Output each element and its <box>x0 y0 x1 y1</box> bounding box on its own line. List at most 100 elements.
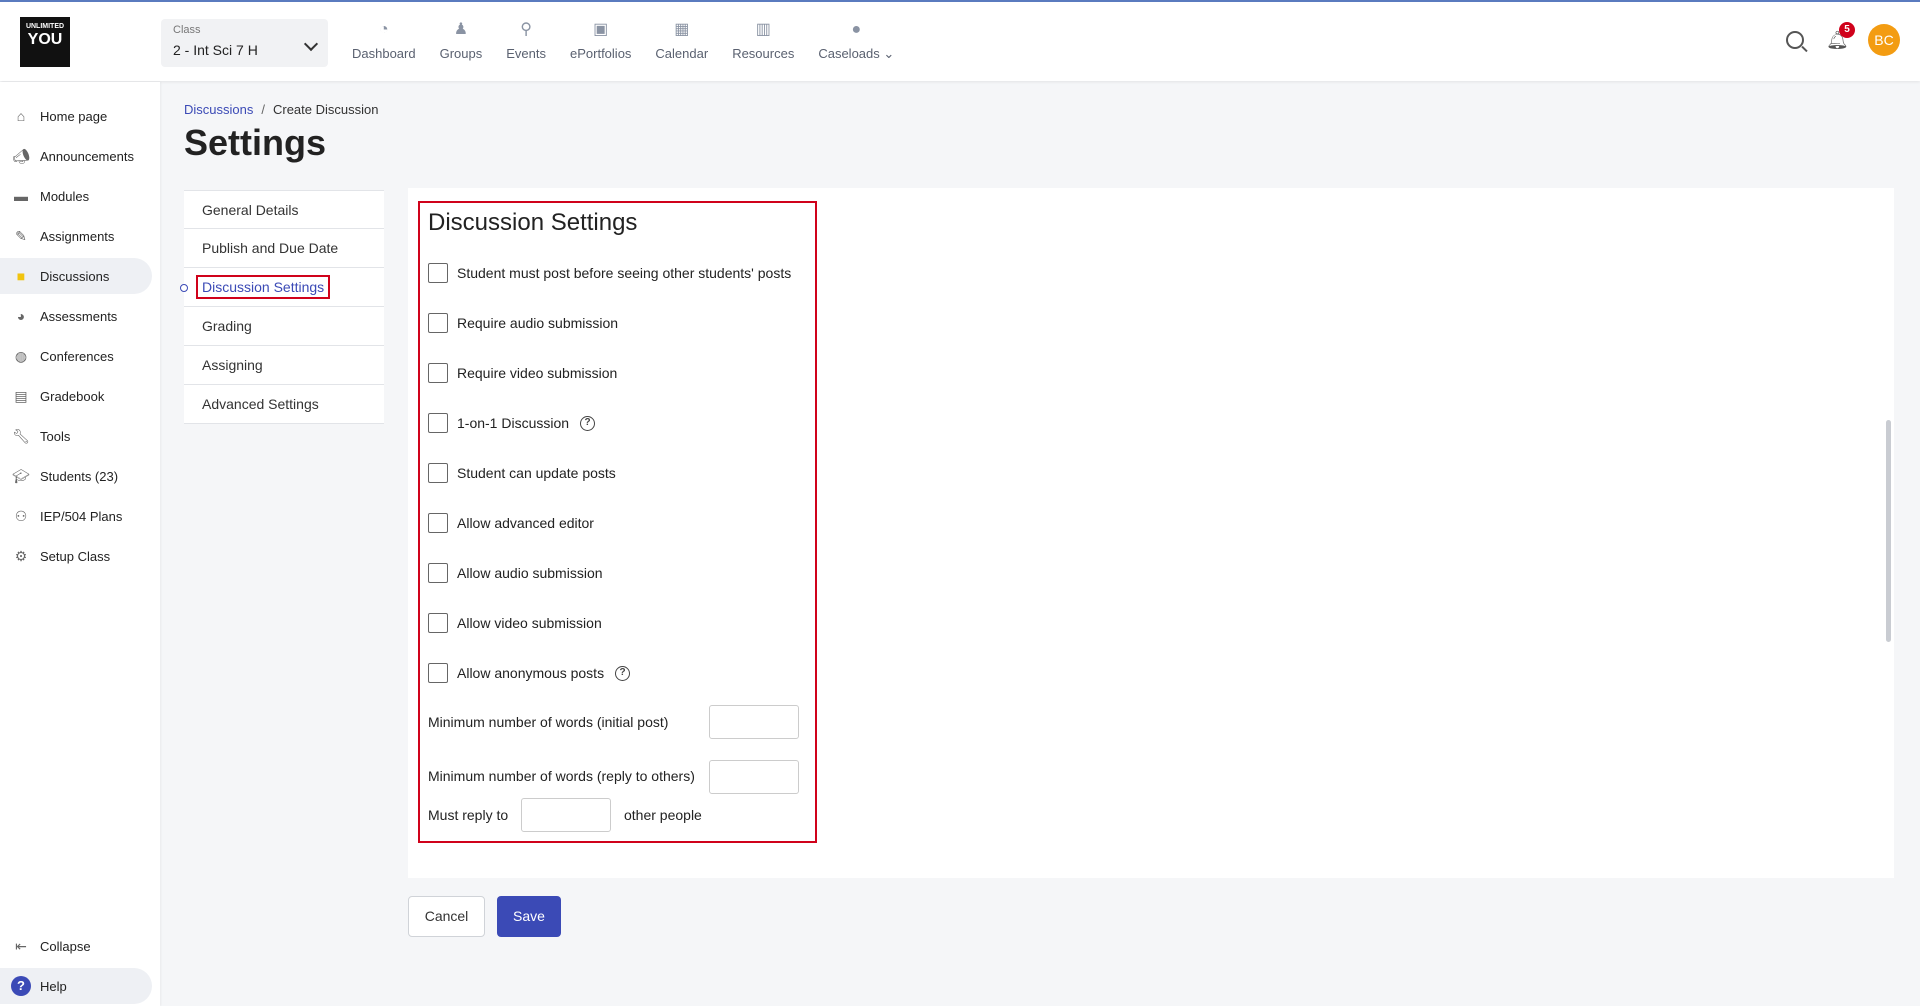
settings-nav-advanced-settings[interactable]: Advanced Settings <box>184 385 384 424</box>
settings-nav-label: Grading <box>202 318 252 334</box>
nav-eportfolios[interactable]: ▣ ePortfolios <box>558 20 643 62</box>
wrench-icon: 🔧︎ <box>12 428 30 444</box>
sidebar-item-tools[interactable]: 🔧︎ Tools <box>0 418 152 454</box>
gear-icon: ⚙ <box>14 548 28 564</box>
nav-label: ePortfolios <box>570 46 632 61</box>
sidebar-item-assessments[interactable]: ◕ Assessments <box>0 298 152 334</box>
checkbox[interactable] <box>428 263 448 283</box>
checkbox-label: Allow audio submission <box>457 565 603 581</box>
logo[interactable]: UNLIMITED YOU <box>20 17 70 67</box>
setting-one-on-one: 1-on-1 Discussion? <box>428 413 596 433</box>
must-reply-prefix: Must reply to <box>428 807 509 823</box>
sidebar-item-iep-plans[interactable]: ⚇ IEP/504 Plans <box>0 498 152 534</box>
nav-calendar[interactable]: ▦ Calendar <box>643 20 720 62</box>
settings-nav-assigning[interactable]: Assigning <box>184 346 384 385</box>
sidebar-item-gradebook[interactable]: ▤ Gradebook <box>0 378 152 414</box>
sidebar-item-discussions[interactable]: ■ Discussions <box>0 258 152 294</box>
nav-resources[interactable]: ▥ Resources <box>720 20 806 62</box>
nav-label: Groups <box>439 46 483 61</box>
settings-nav-label: Publish and Due Date <box>202 240 339 256</box>
settings-nav-general-details[interactable]: General Details <box>184 190 384 229</box>
checkbox[interactable] <box>428 463 448 483</box>
caseloads-label: Caseloads <box>818 46 880 61</box>
setting-student-update-posts: Student can update posts <box>428 463 616 483</box>
checkbox-label: Allow video submission <box>457 615 602 631</box>
nav-label: Events <box>506 46 546 61</box>
scrollbar-thumb[interactable] <box>1886 420 1891 642</box>
top-bar: UNLIMITED YOU Class 2 - Int Sci 7 H ◔ Das… <box>0 0 1920 81</box>
sidebar-item-assignments[interactable]: ✎ Assignments <box>0 218 152 254</box>
sidebar-item-home[interactable]: ⌂ Home page <box>0 98 152 134</box>
breadcrumb-discussions-link[interactable]: Discussions <box>184 102 253 117</box>
nav-groups[interactable]: ♟ Groups <box>428 20 495 62</box>
nav-label: Caseloads ⌄ <box>818 46 894 62</box>
settings-nav-publish-due-date[interactable]: Publish and Due Date <box>184 229 384 268</box>
checkbox[interactable] <box>428 613 448 633</box>
search-icon[interactable] <box>1786 31 1804 49</box>
sidebar-item-label: Gradebook <box>40 388 105 404</box>
min-words-reply-label: Minimum number of words (reply to others… <box>428 768 695 784</box>
page-title: Settings <box>184 122 327 163</box>
sidebar-item-conferences[interactable]: ◍ Conferences <box>0 338 152 374</box>
class-selector-value: 2 - Int Sci 7 H <box>173 42 258 58</box>
help-circle-icon[interactable]: ? <box>615 665 631 681</box>
setting-post-before-seeing: Student must post before seeing other st… <box>428 263 791 283</box>
megaphone-icon: 📣︎ <box>12 148 30 164</box>
checkbox[interactable] <box>428 413 448 433</box>
logo-line2: YOU <box>27 31 63 48</box>
settings-nav-label: Discussion Settings <box>196 275 331 299</box>
sidebar-item-modules[interactable]: ▬ Modules <box>0 178 152 214</box>
class-selector[interactable]: Class 2 - Int Sci 7 H <box>161 19 328 67</box>
min-words-reply-input[interactable] <box>709 760 799 794</box>
checkbox[interactable] <box>428 313 448 333</box>
cancel-button[interactable]: Cancel <box>408 896 485 937</box>
groups-icon: ♟ <box>453 21 469 38</box>
notification-badge: 5 <box>1839 22 1855 38</box>
sidebar-item-label: Setup Class <box>40 548 111 564</box>
checkbox[interactable] <box>428 513 448 533</box>
checkbox-label: 1-on-1 Discussion <box>457 415 570 431</box>
gradebook-icon: ▤ <box>14 388 28 404</box>
sidebar-item-label: Discussions <box>40 268 110 284</box>
sidebar-item-announcements[interactable]: 📣︎ Announcements <box>0 138 152 174</box>
must-reply-input[interactable] <box>521 798 611 832</box>
home-icon: ⌂ <box>16 108 26 124</box>
nav-caseloads[interactable]: ● Caseloads ⌄ <box>806 20 906 62</box>
class-selector-label: Class <box>173 24 201 36</box>
settings-nav-discussion-settings[interactable]: Discussion Settings <box>180 268 384 307</box>
modules-icon: ▬ <box>14 188 28 204</box>
settings-nav-grading[interactable]: Grading <box>184 307 384 346</box>
settings-nav: General Details Publish and Due Date Dis… <box>180 190 384 424</box>
resources-icon: ▥ <box>755 21 771 38</box>
checkbox-label: Require audio submission <box>457 315 619 331</box>
nav-events[interactable]: ⚲ Events <box>494 20 558 62</box>
collapse-button[interactable]: ⇤ Collapse <box>0 928 152 964</box>
sidebar: ⌂ Home page 📣︎ Announcements ▬ Modules ✎ Ass… <box>0 82 160 1006</box>
settings-nav-label: General Details <box>202 201 299 218</box>
checkbox-label: Require video submission <box>457 365 618 381</box>
checkbox-label: Student must post before seeing other st… <box>457 265 792 281</box>
sidebar-item-label: Home page <box>40 108 108 124</box>
collapse-label: Collapse <box>40 938 91 954</box>
nav-label: Calendar <box>655 46 709 61</box>
setting-advanced-editor: Allow advanced editor <box>428 513 594 533</box>
sidebar-item-setup-class[interactable]: ⚙ Setup Class <box>0 538 152 574</box>
avatar[interactable]: BC <box>1868 24 1900 56</box>
sidebar-item-students[interactable]: 🎓︎ Students (23) <box>0 458 152 494</box>
nav-dashboard[interactable]: ◔ Dashboard <box>340 20 428 62</box>
help-label: Help <box>40 978 67 994</box>
bell-icon[interactable]: 🔔︎ 5 <box>1826 22 1855 50</box>
checkbox[interactable] <box>428 663 448 683</box>
students-icon: 🎓︎ <box>12 468 30 484</box>
help-circle-icon[interactable]: ? <box>580 415 596 431</box>
help-button[interactable]: ? Help <box>0 968 152 1004</box>
min-words-initial-input[interactable] <box>709 705 799 739</box>
checkbox[interactable] <box>428 363 448 383</box>
save-button[interactable]: Save <box>497 896 561 937</box>
checkbox[interactable] <box>428 563 448 583</box>
sidebar-item-label: Conferences <box>40 348 114 364</box>
checkbox-label: Student can update posts <box>457 465 616 481</box>
map-pin-icon: ⚲ <box>520 21 532 38</box>
help-icon: ? <box>11 976 31 996</box>
calendar-icon: ▦ <box>674 21 690 38</box>
